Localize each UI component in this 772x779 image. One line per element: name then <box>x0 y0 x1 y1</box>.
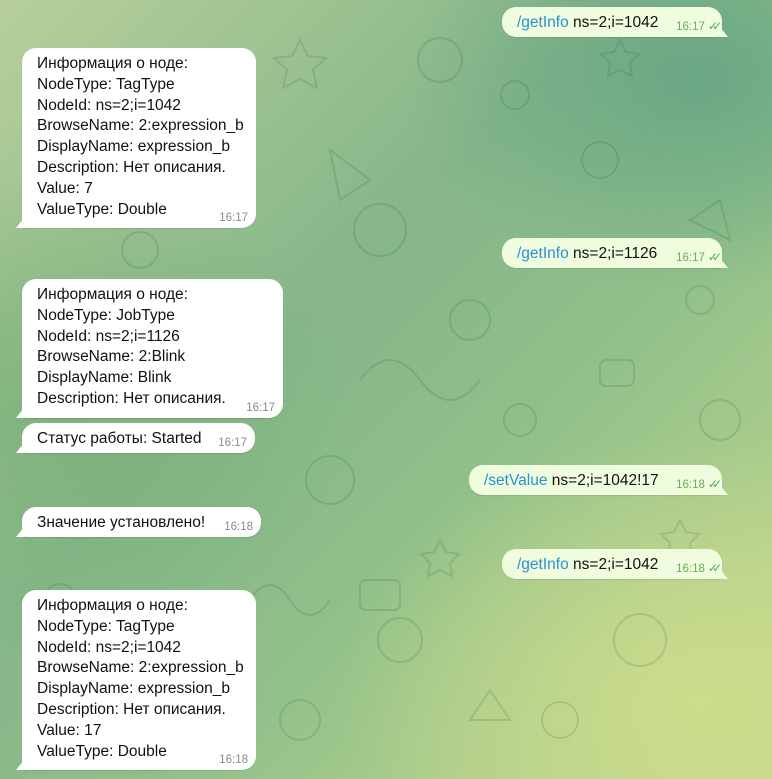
message-line: DisplayName: expression_b <box>37 680 230 698</box>
bubble-tail <box>16 218 24 228</box>
time-label: 16:17 <box>676 21 705 33</box>
command-link[interactable]: /getInfo <box>517 556 569 573</box>
bubble-tail <box>720 27 728 37</box>
command-text: /setValue ns=2;i=1042!17 <box>484 471 706 492</box>
message-time: 16:18 <box>219 753 248 767</box>
time-label: 16:18 <box>676 563 705 575</box>
message-line: Description: Нет описания. <box>37 158 226 176</box>
double-check-icon: ✓✓ <box>707 250 722 264</box>
message-line: Значение установлено! <box>37 514 206 531</box>
message-line: Статус работы: Started <box>37 430 202 447</box>
message-line: Description: Нет описания. <box>37 700 226 718</box>
bubble-tail <box>720 569 728 579</box>
message-line: DisplayName: expression_b <box>37 138 230 156</box>
command-args: ns=2;i=1042 <box>568 556 659 573</box>
message-line: Информация о ноде: <box>37 55 188 72</box>
message-line: DisplayName: Blink <box>37 369 172 387</box>
message-line: NodeId: ns=2;i=1042 <box>37 96 181 114</box>
message-time: 16:17 ✓✓ <box>676 19 722 34</box>
message-line: NodeId: ns=2;i=1126 <box>37 327 180 345</box>
message-line: Value: 7 <box>37 179 93 197</box>
time-label: 16:18 <box>224 521 253 533</box>
double-check-icon: ✓✓ <box>707 19 722 33</box>
message-line: BrowseName: 2:expression_b <box>37 659 244 677</box>
outgoing-message[interactable]: /getInfo ns=2;i=1042 16:18 ✓✓ <box>502 549 728 579</box>
message-line: ValueType: Double <box>37 200 167 218</box>
command-link[interactable]: /setValue <box>484 472 547 489</box>
message-line: Информация о ноде: <box>37 597 188 614</box>
message-line: NodeType: TagType <box>37 617 175 635</box>
incoming-message[interactable]: Информация о ноде: NodeType: JobType NodeI… <box>16 279 283 418</box>
bubble-tail <box>16 443 24 453</box>
message-line: NodeId: ns=2;i=1042 <box>37 638 181 656</box>
message-line: BrowseName: 2:Blink <box>37 348 186 366</box>
bubble-tail <box>720 485 728 495</box>
outgoing-message[interactable]: /setValue ns=2;i=1042!17 16:18 ✓✓ <box>469 465 728 495</box>
command-args: ns=2;i=1042!17 <box>547 472 659 489</box>
message-time: 16:17 ✓✓ <box>676 250 722 265</box>
incoming-message[interactable]: Информация о ноде: NodeType: TagType NodeI… <box>16 48 256 228</box>
message-time: 16:17 <box>246 401 275 415</box>
command-link[interactable]: /getInfo <box>517 14 569 31</box>
bubble-tail <box>16 408 24 418</box>
time-label: 16:18 <box>219 754 248 766</box>
message-time: 16:18 <box>224 520 253 534</box>
message-line: Description: Нет описания. <box>37 389 226 407</box>
bubble-tail <box>720 258 728 268</box>
command-link[interactable]: /getInfo <box>517 245 569 262</box>
outgoing-message[interactable]: /getInfo ns=2;i=1126 16:17 ✓✓ <box>502 238 728 268</box>
double-check-icon: ✓✓ <box>707 477 722 491</box>
message-time: 16:18 ✓✓ <box>676 561 722 576</box>
message-time: 16:17 <box>219 211 248 225</box>
time-label: 16:17 <box>218 437 247 449</box>
chat-background: { "messages": [ {"dir":"out","command":"… <box>0 0 772 779</box>
time-label: 16:17 <box>676 252 705 264</box>
double-check-icon: ✓✓ <box>707 561 722 575</box>
message-line: BrowseName: 2:expression_b <box>37 117 244 135</box>
message-line: Информация о ноде: <box>37 286 188 303</box>
outgoing-message[interactable]: /getInfo ns=2;i=1042 16:17 ✓✓ <box>502 7 728 37</box>
bubble-tail <box>16 527 24 537</box>
incoming-message[interactable]: Значение установлено! 16:18 <box>16 507 261 537</box>
command-args: ns=2;i=1126 <box>568 245 658 262</box>
time-label: 16:17 <box>219 212 248 224</box>
time-label: 16:18 <box>676 479 705 491</box>
message-line: NodeType: JobType <box>37 306 175 324</box>
incoming-message[interactable]: Информация о ноде: NodeType: TagType NodeI… <box>16 590 256 770</box>
message-line: Value: 17 <box>37 721 102 739</box>
incoming-message[interactable]: Статус работы: Started 16:17 <box>16 423 255 453</box>
message-time: 16:18 ✓✓ <box>676 477 722 492</box>
message-time: 16:17 <box>218 436 247 450</box>
message-line: NodeType: TagType <box>37 75 175 93</box>
bubble-tail <box>16 760 24 770</box>
command-args: ns=2;i=1042 <box>568 14 659 31</box>
message-line: ValueType: Double <box>37 742 167 760</box>
time-label: 16:17 <box>246 402 275 414</box>
